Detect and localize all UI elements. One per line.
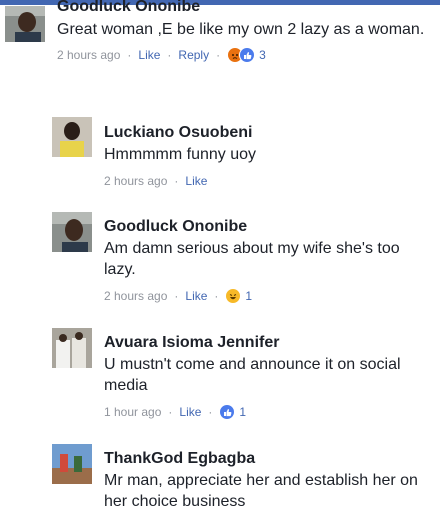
- comment-author[interactable]: ThankGod Egbagba: [104, 449, 434, 468]
- comment-text: Mr man, appreciate her and establish her…: [104, 472, 418, 510]
- comment-author[interactable]: Goodluck Ononibe: [104, 217, 434, 236]
- comment: Goodluck Ononibe Am damn serious about m…: [52, 212, 437, 307]
- like-button[interactable]: Like: [179, 404, 201, 420]
- comment-meta: 1 hour ago · Like · 1: [104, 404, 434, 420]
- reaction-count: 1: [239, 405, 247, 419]
- avatar-photo: [52, 444, 92, 484]
- comment-meta: 2 hours ago · Like · Reply · 3: [57, 47, 432, 63]
- avatar-photo: [5, 6, 45, 42]
- separator-dot: ·: [127, 48, 132, 62]
- avatar-photo: [52, 117, 92, 157]
- comment-time[interactable]: 2 hours ago: [104, 288, 167, 304]
- separator-dot: ·: [174, 289, 179, 303]
- comment: Luckiano Osuobeni Hmmmmm funny uoy 2 hou…: [52, 117, 437, 189]
- avatar-photo: [52, 328, 92, 368]
- comment-text: Hmmmmm funny uoy: [104, 146, 257, 163]
- avatar[interactable]: [52, 444, 92, 484]
- reaction-count: 3: [259, 48, 266, 62]
- avatar[interactable]: [52, 117, 92, 157]
- like-reaction-icon: [219, 404, 236, 420]
- comment: Avuara Isioma Jennifer U mustn't come an…: [52, 328, 437, 423]
- comment-text: U mustn't come and announce it on social…: [104, 356, 401, 394]
- separator-dot: ·: [174, 174, 179, 188]
- avatar[interactable]: [52, 212, 92, 252]
- comment-time[interactable]: 1 hour ago: [104, 404, 161, 420]
- avatar-photo: [52, 212, 92, 252]
- avatar[interactable]: [5, 6, 45, 42]
- separator-dot: ·: [168, 405, 173, 419]
- comment: ThankGod Egbagba Mr man, appreciate her …: [52, 444, 437, 512]
- separator-dot: ·: [214, 289, 219, 303]
- comment-author[interactable]: Avuara Isioma Jennifer: [104, 333, 434, 352]
- separator-dot: ·: [208, 405, 213, 419]
- reaction-count: 1: [245, 289, 253, 303]
- comment-text: Am damn serious about my wife she's too …: [104, 240, 400, 278]
- comment-meta: 2 hours ago · Like: [104, 173, 434, 189]
- reactions-summary[interactable]: 3: [227, 47, 266, 63]
- like-button[interactable]: Like: [185, 173, 207, 189]
- avatar[interactable]: [52, 328, 92, 368]
- separator-dot: ·: [216, 48, 221, 62]
- reactions-summary[interactable]: 1: [225, 288, 252, 304]
- like-button[interactable]: Like: [138, 47, 160, 63]
- comment: Goodluck Ononibe Great woman ,E be like …: [5, 0, 435, 95]
- like-button[interactable]: Like: [185, 288, 207, 304]
- haha-reaction-icon: [225, 288, 242, 304]
- comment-text: Great woman ,E be like my own 2 lazy as …: [57, 21, 425, 38]
- comment-time[interactable]: 2 hours ago: [104, 173, 167, 189]
- comment-meta: 2 hours ago · Like · 1: [104, 288, 434, 304]
- like-reaction-icon: [239, 47, 256, 63]
- separator-dot: ·: [167, 48, 172, 62]
- comment-author[interactable]: Goodluck Ononibe: [57, 0, 432, 16]
- comment-time[interactable]: 2 hours ago: [57, 47, 120, 63]
- reactions-summary[interactable]: 1: [219, 404, 246, 420]
- comment-author[interactable]: Luckiano Osuobeni: [104, 123, 434, 142]
- reply-button[interactable]: Reply: [178, 47, 209, 63]
